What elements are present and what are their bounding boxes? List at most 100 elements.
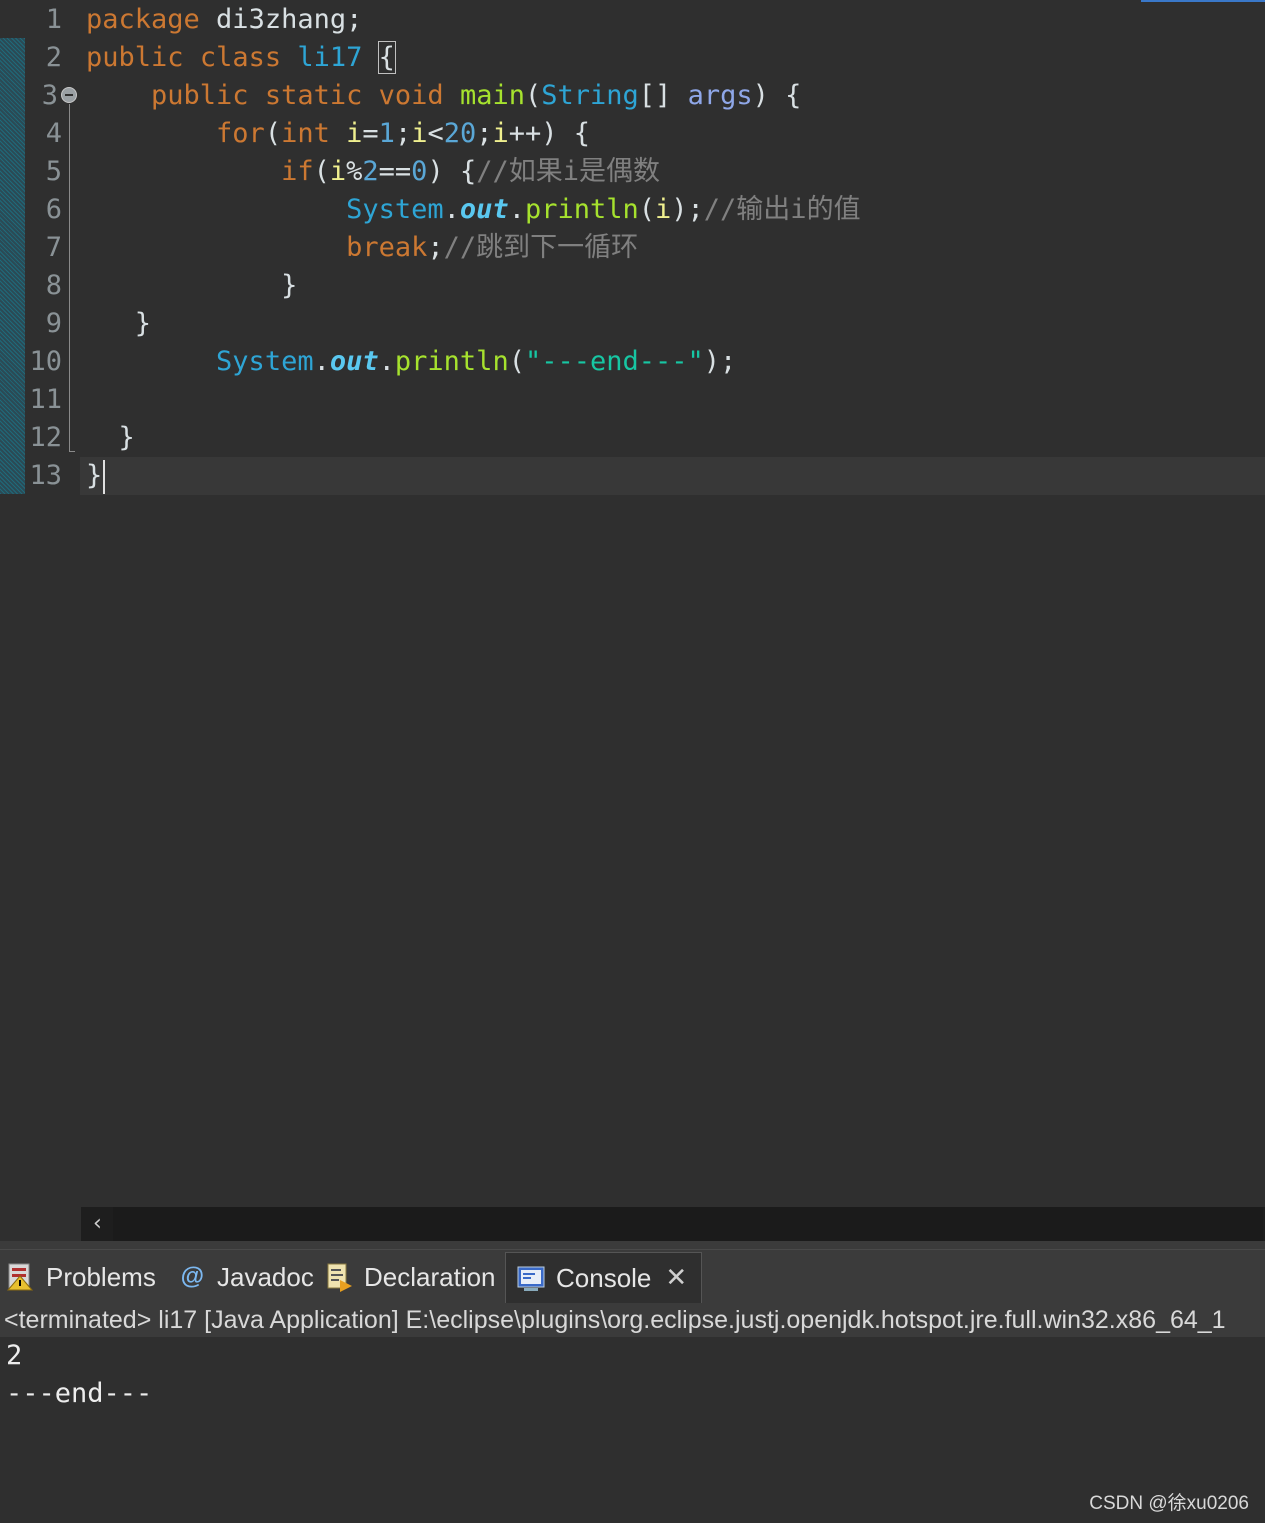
collapse-fold-icon[interactable]: [61, 87, 77, 103]
code-line-6: System.out.println(i);//输出i的值: [86, 191, 861, 229]
punct: (: [508, 346, 525, 377]
scrollbar-spacer: [0, 1207, 81, 1241]
variable: i: [655, 194, 672, 225]
variable: i: [411, 118, 428, 149]
variable: i: [492, 118, 509, 149]
line-number: 13: [29, 460, 62, 491]
console-status-line: <terminated> li17 [Java Application] E:\…: [0, 1303, 1265, 1337]
fold-range-line-end: [69, 451, 75, 452]
code-editor[interactable]: 1 2 3 4 5 6 7 8 9 10 11 12 13 package di…: [0, 0, 1265, 1208]
console-icon: [516, 1263, 546, 1293]
code-line-4: for(int i=1;i<20;i++) {: [86, 115, 590, 153]
tab-problems[interactable]: Problems: [6, 1252, 156, 1302]
line-number: 12: [29, 422, 62, 453]
class-name: System: [216, 346, 314, 377]
punct: ;: [427, 232, 444, 263]
punct: (: [313, 156, 330, 187]
keyword: break: [346, 232, 428, 263]
number: 0: [411, 156, 428, 187]
punct: (: [638, 194, 656, 225]
operator: ;: [476, 118, 493, 149]
problems-icon: [6, 1262, 36, 1292]
keyword: class: [199, 42, 282, 73]
matching-bracket: {: [377, 41, 396, 74]
punct: .: [313, 346, 330, 377]
scrollbar-thumb[interactable]: [113, 1207, 1263, 1241]
line-number: 3: [41, 80, 58, 111]
comment: //输出i的值: [703, 194, 861, 225]
bottom-panel: Problems @ Javadoc Declaration Console ✕…: [0, 1241, 1265, 1523]
package-name: di3zhang;: [199, 4, 363, 35]
keyword: for: [216, 118, 265, 149]
code-line-2: public class li17 {: [86, 39, 396, 77]
line-number: 8: [45, 270, 62, 301]
panel-sash[interactable]: [0, 1241, 1265, 1249]
tab-label: Javadoc: [217, 1261, 314, 1292]
keyword: static: [264, 80, 363, 111]
console-output-line: 2: [6, 1340, 23, 1371]
line-number-gutter: 1 2 3 4 5 6 7 8 9 10 11 12 13: [0, 0, 72, 1208]
parameter: args: [687, 80, 753, 111]
number: 1: [378, 118, 395, 149]
class-name: System: [346, 194, 444, 225]
keyword: public: [151, 80, 249, 111]
code-line-8: }: [86, 267, 297, 305]
line-number: 1: [45, 4, 62, 35]
line-number: 2: [45, 42, 62, 73]
method-name: main: [459, 80, 525, 111]
fold-range-line: [69, 104, 70, 452]
code-line-10: System.out.println("---end---");: [86, 343, 736, 381]
class-name: li17: [297, 42, 363, 73]
watermark: CSDN @徐xu0206: [1089, 1493, 1249, 1514]
keyword: if: [281, 156, 314, 187]
variable: i: [329, 156, 347, 187]
code-line-7: break;//跳到下一循环: [86, 229, 638, 267]
operator: =: [362, 118, 379, 149]
static-field: out: [459, 194, 509, 225]
comment: //如果i是偶数: [476, 156, 660, 187]
code-line-5: if(i%2==0) {//如果i是偶数: [86, 153, 660, 191]
javadoc-icon: @: [180, 1263, 204, 1290]
operator: ;: [394, 118, 412, 149]
punct: );: [671, 194, 704, 225]
code-line-1: package di3zhang;: [86, 1, 362, 39]
code-line-3: public static void main(String[] args) {: [86, 77, 801, 115]
tab-label: Declaration: [364, 1261, 496, 1292]
operator: %: [346, 156, 363, 187]
punct: []: [638, 80, 688, 111]
punct: }: [134, 308, 152, 339]
tab-label: Problems: [46, 1261, 156, 1292]
panel-tab-bar: Problems @ Javadoc Declaration Console ✕: [0, 1249, 1265, 1304]
horizontal-scrollbar[interactable]: ‹: [81, 1207, 1265, 1241]
active-editor-indicator: [1141, 0, 1265, 2]
punct: (: [264, 118, 282, 149]
code-line-9: }: [86, 305, 151, 343]
punct: .: [508, 194, 525, 225]
number: 20: [443, 118, 477, 149]
close-icon[interactable]: ✕: [665, 1263, 687, 1293]
comment: //跳到下一循环: [443, 232, 639, 263]
current-line-highlight: [80, 457, 1265, 495]
operator: ++) {: [508, 118, 591, 149]
line-number: 9: [45, 308, 62, 339]
line-number: 6: [45, 194, 62, 225]
tab-label: Console: [556, 1262, 652, 1293]
keyword: int: [281, 118, 330, 149]
text-caret: [103, 459, 106, 494]
number: 2: [362, 156, 379, 187]
code-line-12: }: [86, 419, 135, 457]
tab-console[interactable]: Console ✕: [505, 1252, 703, 1303]
method-name: println: [524, 194, 639, 225]
variable: i: [346, 118, 363, 149]
punct: (: [524, 80, 542, 111]
keyword: public: [86, 42, 184, 73]
type-name: String: [541, 80, 639, 111]
line-number: 11: [29, 384, 62, 415]
tab-declaration[interactable]: Declaration: [324, 1252, 496, 1302]
console-output-line: ---end---: [6, 1378, 153, 1409]
declaration-icon: [324, 1262, 354, 1292]
string-literal: "---end---": [524, 346, 704, 377]
tab-javadoc[interactable]: @ Javadoc: [177, 1252, 314, 1302]
scroll-left-icon[interactable]: ‹: [93, 1211, 102, 1236]
